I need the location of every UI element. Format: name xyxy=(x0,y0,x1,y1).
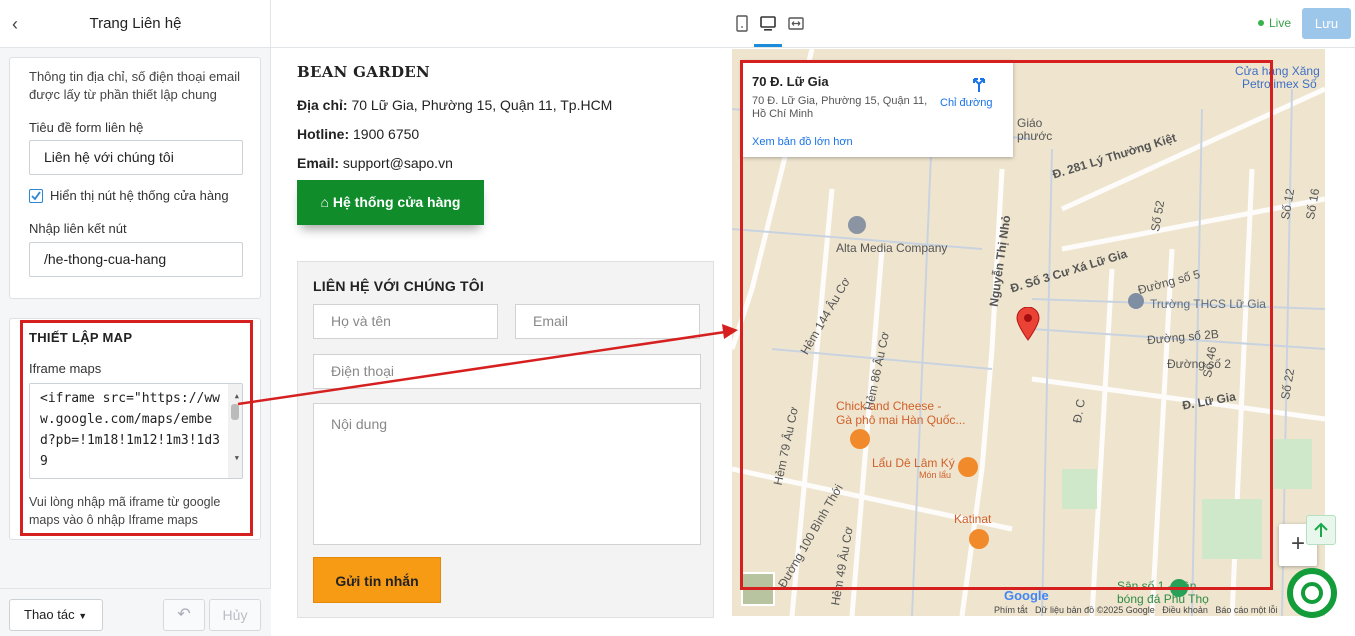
annotation-arrow xyxy=(237,324,738,406)
arrow-up-icon xyxy=(1314,522,1328,537)
chat-button[interactable] xyxy=(1287,568,1337,618)
scroll-top-button[interactable] xyxy=(1306,515,1336,545)
chat-icon xyxy=(1301,582,1323,604)
